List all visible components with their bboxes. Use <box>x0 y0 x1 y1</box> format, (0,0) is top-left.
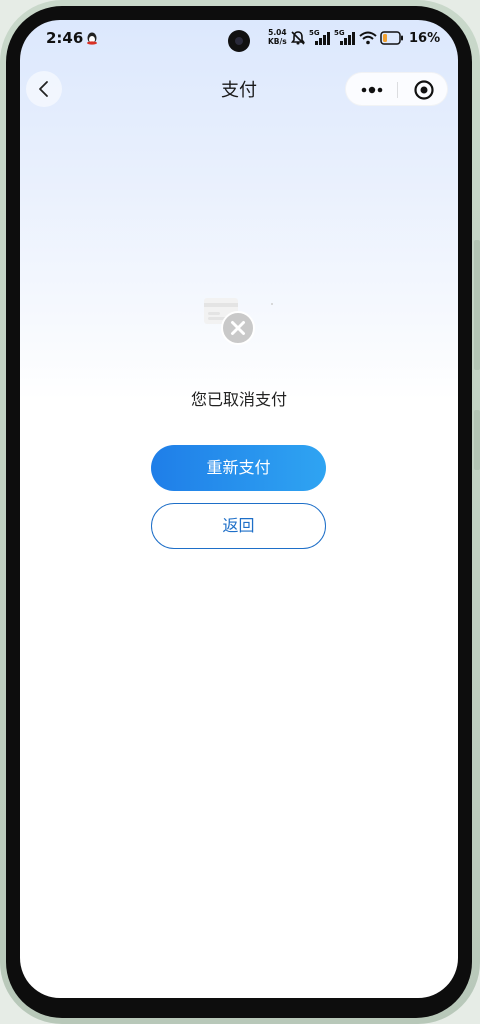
battery-percent: 16% <box>409 30 441 46</box>
signal-1: 5G <box>309 29 331 46</box>
mute-bell-icon <box>290 31 306 45</box>
status-time: 2:46 <box>46 29 84 47</box>
notification-app-icon <box>87 32 97 45</box>
wifi-icon <box>359 31 377 45</box>
signal-2-icon <box>340 32 355 45</box>
power-button <box>474 410 480 470</box>
network-speed-value: 5.04 <box>268 28 287 37</box>
network-speed-unit: KB/s <box>268 37 287 46</box>
cancel-message: 您已取消支付 <box>190 390 287 409</box>
watermark-logo <box>422 996 458 998</box>
screen: 2:46 5.04 KB/s 5G 5G 16% 支付 您已取消支付 重新支付 … <box>20 20 458 998</box>
network-speed: 5.04 KB/s <box>268 28 287 46</box>
more-button[interactable] <box>346 73 397 107</box>
battery-icon <box>380 31 403 45</box>
target-circle-icon <box>413 80 434 100</box>
front-camera <box>228 30 250 52</box>
more-dots-icon <box>361 86 382 94</box>
return-button[interactable]: 返回 <box>151 503 326 549</box>
miniprogram-capsule <box>345 72 448 106</box>
signal-2: 5G <box>334 29 356 46</box>
cancel-x-icon <box>204 298 273 345</box>
status-icons: 5G 5G 16% <box>290 29 440 47</box>
repay-button[interactable]: 重新支付 <box>151 445 326 491</box>
close-miniprogram-button[interactable] <box>398 73 449 107</box>
volume-button <box>474 240 480 370</box>
status-bar: 2:46 5.04 KB/s 5G 5G 16% <box>20 20 458 60</box>
signal-1-icon <box>315 32 330 45</box>
